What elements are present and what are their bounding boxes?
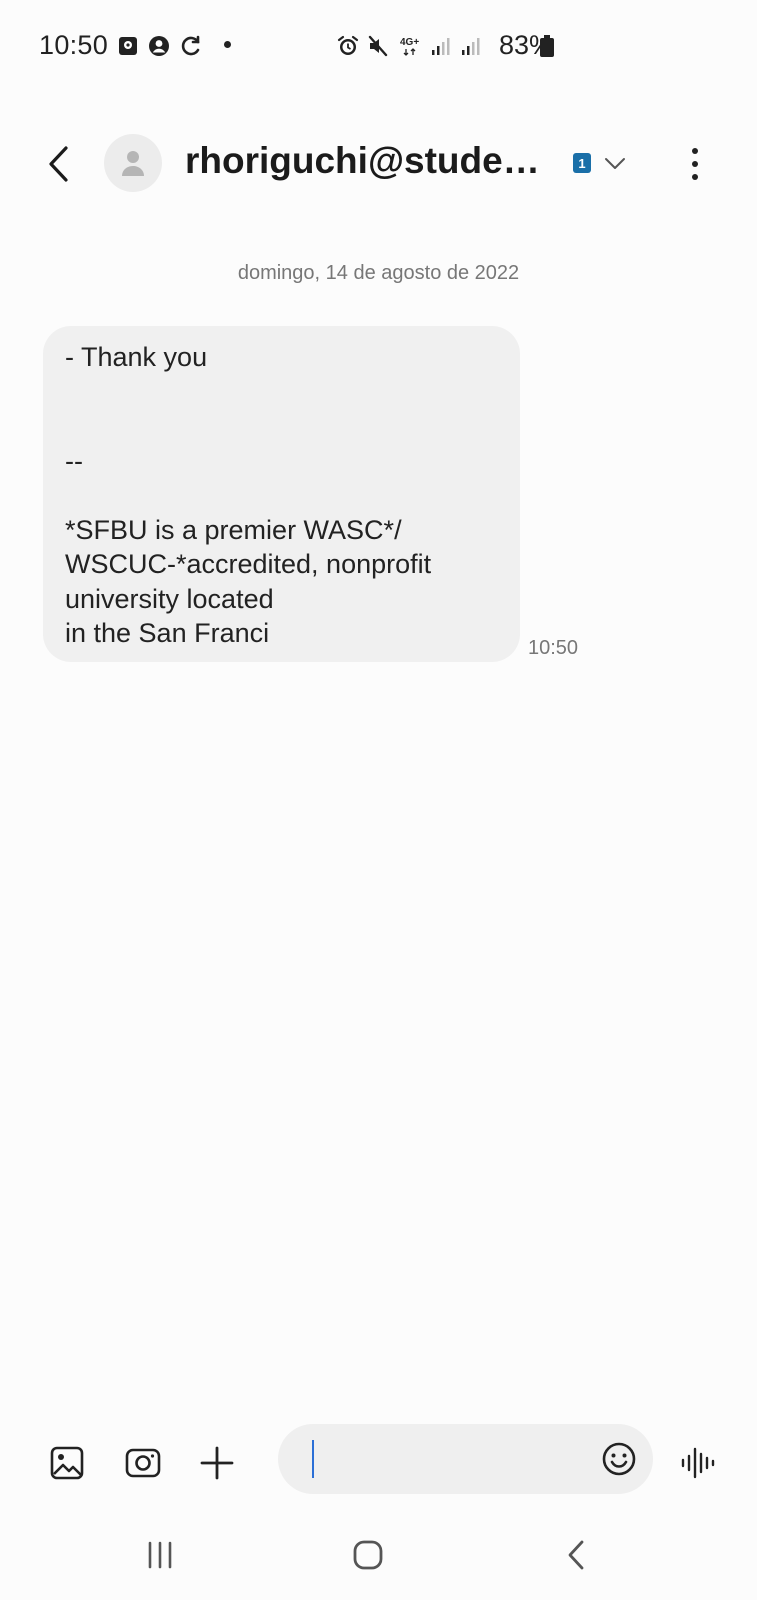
notification-dot-icon xyxy=(224,41,231,48)
back-nav-icon xyxy=(568,1540,584,1570)
home-button[interactable] xyxy=(338,1531,398,1579)
status-time: 10:50 xyxy=(39,30,109,60)
message-time: 10:50 xyxy=(528,637,579,659)
attach-button[interactable] xyxy=(194,1440,240,1486)
message-composer xyxy=(0,1420,757,1504)
contact-name[interactable]: rhoriguchi@student… xyxy=(185,140,555,182)
alarm-icon xyxy=(336,34,360,58)
back-button[interactable] xyxy=(38,140,78,188)
home-icon xyxy=(353,1540,383,1570)
nav-back-button[interactable] xyxy=(546,1531,606,1579)
more-options-button[interactable] xyxy=(678,140,712,188)
plus-icon xyxy=(200,1446,234,1480)
camera-button[interactable] xyxy=(120,1440,166,1486)
sync-icon xyxy=(179,34,203,58)
signal-icon xyxy=(429,34,453,58)
message-text: - Thank you -- *SFBU is a premier WASC*/… xyxy=(65,342,432,648)
voice-wave-icon xyxy=(681,1447,715,1479)
gallery-button[interactable] xyxy=(44,1440,90,1486)
expand-contact-button[interactable] xyxy=(602,150,628,176)
svg-text:4G+: 4G+ xyxy=(400,37,419,48)
message-input[interactable] xyxy=(314,1424,588,1496)
battery-icon xyxy=(538,34,556,58)
gallery-icon xyxy=(50,1446,84,1480)
signal-icon xyxy=(459,34,483,58)
more-vert-icon xyxy=(692,148,698,154)
emoji-icon xyxy=(602,1442,636,1476)
messages-screen: 10:50 4G+ 83% rhoriguchi@student… 1 domi… xyxy=(0,0,757,1600)
network-4g-icon: 4G+ xyxy=(398,34,426,58)
recents-button[interactable] xyxy=(130,1531,190,1579)
contact-avatar[interactable] xyxy=(104,134,162,192)
person-icon xyxy=(122,151,144,176)
date-divider: domingo, 14 de agosto de 2022 xyxy=(237,262,520,284)
mute-icon xyxy=(366,34,390,58)
message-input-pill[interactable] xyxy=(278,1424,653,1496)
voice-record-button[interactable] xyxy=(675,1440,723,1486)
sim-badge-icon: 1 xyxy=(573,153,591,173)
message-bubble[interactable]: - Thank you -- *SFBU is a premier WASC*/… xyxy=(43,326,520,662)
account-circle-icon xyxy=(147,34,171,58)
emoji-button[interactable] xyxy=(598,1438,640,1480)
recents-icon xyxy=(148,1541,172,1569)
sd-card-icon xyxy=(116,34,140,58)
conversation-header: rhoriguchi@student… 1 xyxy=(0,118,757,210)
navigation-bar xyxy=(0,1525,757,1585)
camera-icon xyxy=(125,1448,161,1478)
chevron-down-icon xyxy=(605,158,625,169)
back-icon xyxy=(49,146,68,182)
status-bar: 10:50 4G+ 83% xyxy=(0,0,757,92)
